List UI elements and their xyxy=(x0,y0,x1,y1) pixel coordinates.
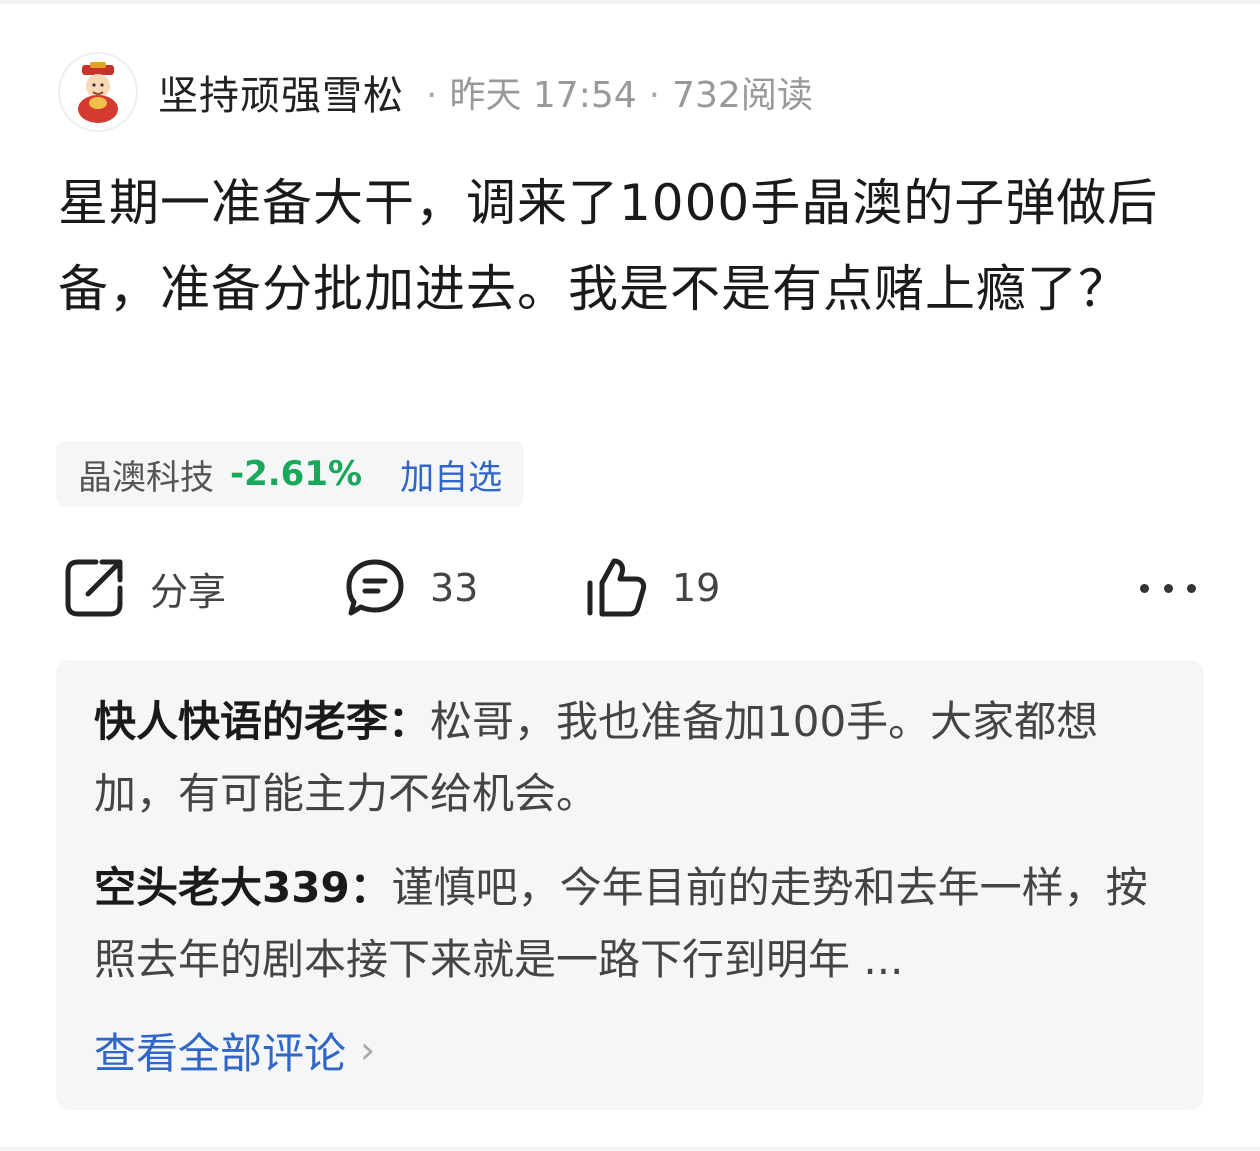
stock-change: -2.61% xyxy=(230,454,363,494)
more-dot-icon xyxy=(1163,583,1173,593)
post-header: 坚持顽强雪松 · 昨天 17:54 · 732阅读 xyxy=(58,52,813,132)
separator-dot: · xyxy=(426,75,438,116)
post-meta: · 昨天 17:54 · 732阅读 xyxy=(414,66,813,118)
author-name[interactable]: 坚持顽强雪松 xyxy=(158,63,404,121)
comment-count: 33 xyxy=(430,566,479,610)
avatar[interactable] xyxy=(58,52,138,132)
post-time: 昨天 17:54 xyxy=(449,75,637,116)
more-dot-icon xyxy=(1187,583,1196,593)
comment-icon xyxy=(346,559,404,616)
add-watchlist-button[interactable]: 加自选 xyxy=(400,450,502,499)
comment-item[interactable]: 空头老大339：谨慎吧，今年目前的走势和去年一样，按照去年的剧本接下来就是一路下… xyxy=(94,852,1174,996)
comment-user[interactable]: 快人快语的老李： xyxy=(94,697,430,746)
view-all-comments-link[interactable]: 查看全部评论 › xyxy=(94,1018,375,1082)
post-content: 星期一准备大干，调来了1000手晶澳的子弹做后备，准备分批加进去。我是不是有点赌… xyxy=(58,174,1159,318)
stock-tag[interactable]: 晶澳科技 -2.61% 加自选 xyxy=(56,441,525,507)
more-options-button[interactable] xyxy=(1140,570,1196,606)
separator-dot: · xyxy=(648,75,661,116)
share-icon xyxy=(65,559,123,617)
comment-button[interactable]: 33 xyxy=(344,556,478,620)
read-count: 732阅读 xyxy=(672,75,813,116)
thumbs-up-icon xyxy=(587,558,647,617)
comment-item[interactable]: 快人快语的老李：松哥，我也准备加100手。大家都想加，有可能主力不给机会。 xyxy=(94,686,1174,830)
chevron-right-icon: › xyxy=(360,1028,376,1072)
more-dot-icon xyxy=(1140,583,1149,593)
view-all-label: 查看全部评论 xyxy=(94,1028,347,1078)
comments-panel: 快人快语的老李：松哥，我也准备加100手。大家都想加，有可能主力不给机会。 空头… xyxy=(56,660,1204,1110)
top-divider xyxy=(0,0,1260,4)
avatar-image xyxy=(78,62,118,123)
comment-user[interactable]: 空头老大339： xyxy=(94,863,392,912)
like-button[interactable]: 19 xyxy=(584,556,720,620)
share-label: 分享 xyxy=(150,569,227,614)
bottom-divider xyxy=(0,1147,1260,1151)
stock-name[interactable]: 晶澳科技 xyxy=(78,450,214,499)
share-button[interactable]: 分享 xyxy=(62,556,226,620)
like-count: 19 xyxy=(672,566,721,610)
